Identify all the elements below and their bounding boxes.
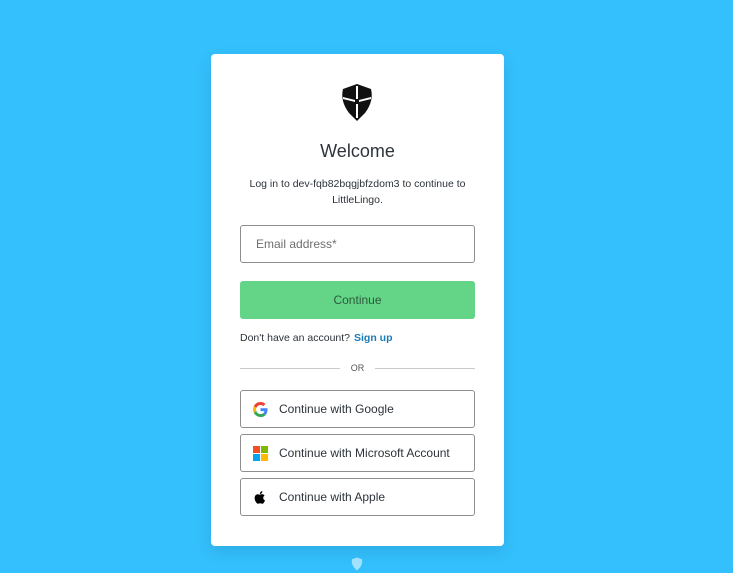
- continue-with-google-button[interactable]: Continue with Google: [240, 390, 475, 428]
- email-field-wrapper: [240, 225, 475, 263]
- email-input[interactable]: [241, 226, 474, 262]
- google-button-label: Continue with Google: [279, 402, 394, 416]
- or-divider: OR: [240, 362, 475, 374]
- shield-logo-icon: [342, 84, 372, 121]
- signup-row: Don't have an account? Sign up: [240, 332, 393, 344]
- page-title: Welcome: [320, 141, 395, 161]
- divider-line-right: [375, 368, 475, 369]
- footer-shield-icon: [351, 557, 363, 571]
- google-icon: [253, 402, 268, 417]
- continue-button[interactable]: Continue: [240, 281, 475, 319]
- continue-with-microsoft-button[interactable]: Continue with Microsoft Account: [240, 434, 475, 472]
- apple-button-label: Continue with Apple: [279, 490, 386, 504]
- login-card: Welcome Log in to dev-fqb82bqgjbfzdom3 t…: [211, 54, 504, 546]
- microsoft-icon: [253, 446, 268, 461]
- microsoft-button-label: Continue with Microsoft Account: [279, 446, 450, 460]
- login-subtitle: Log in to dev-fqb82bqgjbfzdom3 to contin…: [249, 178, 466, 206]
- signup-link[interactable]: Sign up: [354, 332, 393, 344]
- signup-prompt: Don't have an account?: [240, 332, 350, 344]
- continue-with-apple-button[interactable]: Continue with Apple: [240, 478, 475, 516]
- apple-icon: [254, 491, 265, 504]
